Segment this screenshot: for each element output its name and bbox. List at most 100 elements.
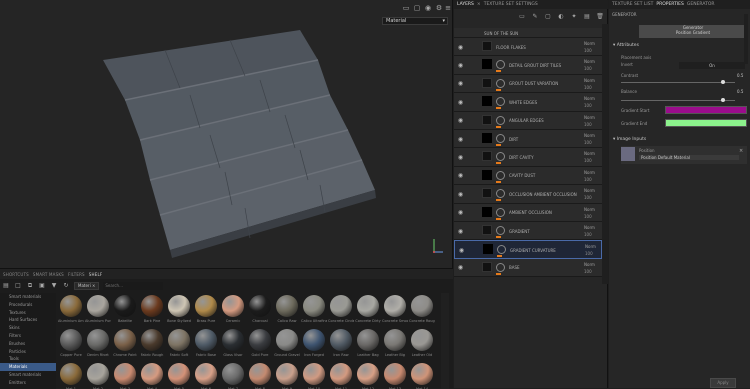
material-item[interactable]: Ceramic xyxy=(220,293,246,327)
eye-icon[interactable]: ◉ xyxy=(457,136,464,143)
layer-name[interactable]: Dirt Cavity xyxy=(509,155,534,160)
layer-row[interactable]: ◉ Cavity Dust Norm 100 xyxy=(454,166,602,186)
layer-row[interactable]: ◉ Floor Flakes Norm 100 xyxy=(454,38,602,57)
material-item[interactable]: Mat 10 xyxy=(301,361,327,389)
copy-icon[interactable]: ⧉ xyxy=(26,282,34,290)
contrast-slider-knob[interactable] xyxy=(721,80,725,84)
material-item[interactable]: Concrete Cinder xyxy=(328,293,354,327)
trash-icon[interactable]: 🗑 xyxy=(596,13,604,21)
layer-blend-mode[interactable]: Norm xyxy=(584,170,595,175)
eye-icon[interactable]: ◉ xyxy=(457,191,464,198)
eye-icon[interactable]: ◉ xyxy=(457,62,464,69)
material-item[interactable]: Leather Big xyxy=(382,327,408,361)
tab-layers[interactable]: Layers xyxy=(457,2,474,7)
layer-opacity[interactable]: 100 xyxy=(584,66,592,71)
material-item[interactable]: Aluminium Amor xyxy=(58,293,84,327)
tab-filters[interactable]: Filters xyxy=(68,272,85,277)
layer-opacity[interactable]: 100 xyxy=(584,85,592,90)
layer-name[interactable]: Dirt xyxy=(509,137,518,142)
tab-smart-masks[interactable]: Smart masks xyxy=(33,272,64,277)
layer-name[interactable]: White Edges xyxy=(509,100,537,105)
material-item[interactable]: Mat 14 xyxy=(409,361,435,389)
shelf-category-item[interactable]: Emitters xyxy=(0,379,56,387)
layer-blend-mode[interactable]: Norm xyxy=(584,188,595,193)
material-item[interactable]: Mat 12 xyxy=(355,361,381,389)
layer-name[interactable]: Occlusion Ambient Occlusion xyxy=(509,192,577,197)
eye-icon[interactable]: ◉ xyxy=(457,264,464,271)
material-item[interactable]: Mat 7 xyxy=(220,361,246,389)
layer-blend-mode[interactable]: Norm xyxy=(584,225,595,230)
layer-blend-mode[interactable]: Norm xyxy=(584,207,595,212)
properties-scrollbar[interactable] xyxy=(744,14,748,64)
contrast-slider-track[interactable] xyxy=(621,82,735,83)
eye-icon[interactable]: ◉ xyxy=(458,247,465,254)
material-item[interactable]: Fabric Rough xyxy=(139,327,165,361)
layer-opacity[interactable]: 100 xyxy=(584,269,592,274)
settings-icon[interactable]: ⚙ xyxy=(435,4,443,12)
material-item[interactable]: Mat 2 xyxy=(85,361,111,389)
layer-blend-mode[interactable]: Norm xyxy=(585,244,596,249)
material-item[interactable]: Bone Stylized xyxy=(166,293,192,327)
shelf-scrollbar[interactable] xyxy=(441,293,449,389)
eye-icon[interactable]: ◉ xyxy=(457,80,464,87)
balance-value[interactable]: 0.5 xyxy=(737,89,743,94)
material-item[interactable]: Charcoal xyxy=(247,293,273,327)
material-item[interactable]: Denim Rivet xyxy=(85,327,111,361)
shelf-category-item[interactable]: Particles xyxy=(0,348,56,356)
brush-icon[interactable]: ✎ xyxy=(531,13,539,21)
shelf-category-item[interactable]: Textures xyxy=(0,309,56,317)
material-item[interactable]: Leather Old xyxy=(409,327,435,361)
material-item[interactable]: Ground Gravel xyxy=(274,327,300,361)
material-item[interactable]: Iron Raw xyxy=(328,327,354,361)
material-item[interactable]: Leather Bag xyxy=(355,327,381,361)
tab-shortcuts[interactable]: Shortcuts xyxy=(3,272,29,277)
material-item[interactable]: Mat 4 xyxy=(139,361,165,389)
shelf-category-item[interactable]: Tools xyxy=(0,355,56,363)
gradient-end-color[interactable] xyxy=(665,119,747,127)
folder-icon[interactable]: ▤ xyxy=(2,282,10,290)
gradient-start-color[interactable] xyxy=(665,106,747,114)
refresh-icon[interactable]: ↻ xyxy=(62,282,70,290)
layer-opacity[interactable]: 100 xyxy=(584,103,592,108)
tab-properties[interactable]: Properties xyxy=(656,2,684,7)
bars-icon[interactable]: ≡ xyxy=(444,4,452,12)
image-input-value[interactable]: Position Default Material xyxy=(639,155,739,160)
material-item[interactable]: Fabric Base xyxy=(193,327,219,361)
layer-name[interactable]: Gradient xyxy=(509,229,530,234)
material-item[interactable]: Mat 6 xyxy=(193,361,219,389)
layer-opacity[interactable]: 100 xyxy=(584,232,592,237)
layer-blend-mode[interactable]: Norm xyxy=(584,59,595,64)
generator-select[interactable]: Generator Position Gradient xyxy=(639,25,747,38)
material-item[interactable]: Fabric Soft xyxy=(166,327,192,361)
material-item[interactable]: Concrete Rough xyxy=(409,293,435,327)
layer-name[interactable]: Cavity Dust xyxy=(509,173,535,178)
layer-name[interactable]: Grout Dust Variation xyxy=(509,81,558,86)
eye-icon[interactable]: ◉ xyxy=(457,172,464,179)
eye-icon[interactable]: ◉ xyxy=(457,44,464,51)
layer-blend-mode[interactable]: Norm xyxy=(584,115,595,120)
material-item[interactable]: Aluminium Pure xyxy=(85,293,111,327)
eye-icon[interactable]: ◉ xyxy=(457,209,464,216)
shelf-category-item[interactable]: Procedurals xyxy=(0,301,56,309)
shelf-category-item[interactable]: Materials xyxy=(0,363,56,371)
material-item[interactable]: Mat 5 xyxy=(166,361,192,389)
funnel-icon[interactable]: ▼ xyxy=(50,282,58,290)
layer-opacity[interactable]: 100 xyxy=(584,177,592,182)
material-item[interactable]: Brass Pure xyxy=(193,293,219,327)
tab-texture-set-list[interactable]: Texture Set List xyxy=(612,2,653,7)
screen-icon[interactable]: ▭ xyxy=(402,4,410,12)
apply-button[interactable]: Apply xyxy=(710,378,736,388)
eye-icon[interactable]: ◉ xyxy=(457,117,464,124)
material-item[interactable]: Calico Raw xyxy=(274,293,300,327)
close-icon[interactable]: × xyxy=(477,2,481,7)
layer-row[interactable]: ◉ Grout Dust Variation Norm 100 xyxy=(454,74,602,94)
add-fill-icon[interactable]: ▢ xyxy=(544,13,552,21)
layer-row[interactable]: ◉ Dirt Cavity Norm 100 xyxy=(454,148,602,167)
balance-slider-knob[interactable] xyxy=(721,98,725,102)
layer-name[interactable]: Detail Grout Dirt Tiles xyxy=(509,63,561,68)
tab-texture-set-settings[interactable]: Texture Set Settings xyxy=(484,2,538,7)
material-item[interactable]: Mat 13 xyxy=(382,361,408,389)
shelf-category-item[interactable]: Smart materials xyxy=(0,293,56,301)
material-item[interactable]: Mat 8 xyxy=(247,361,273,389)
layer-blend-mode[interactable]: Norm xyxy=(584,41,595,46)
